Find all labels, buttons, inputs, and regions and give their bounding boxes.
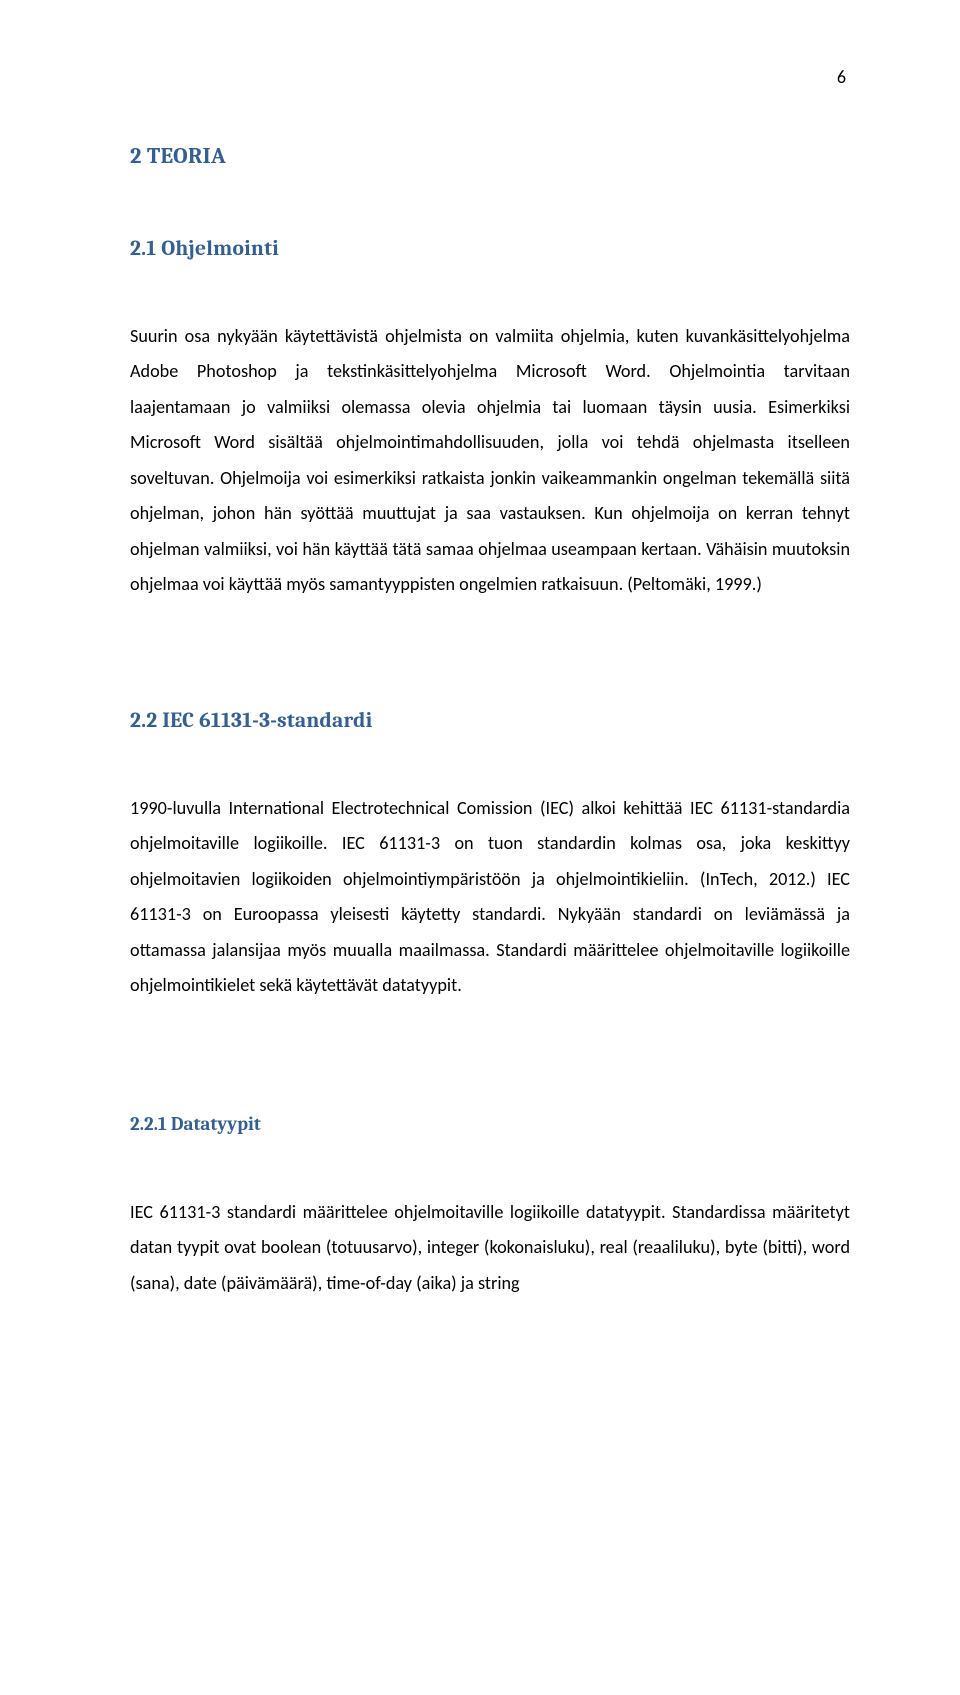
heading-2-teoria: 2 TEORIA: [130, 135, 850, 179]
heading-2.1-ohjelmointi: 2.1 Ohjelmointi: [130, 229, 850, 271]
heading-2.2.1-datatyypit: 2.2.1 Datatyypit: [130, 1106, 850, 1143]
page-number: 6: [130, 60, 850, 95]
document-page: 6 2 TEORIA 2.1 Ohjelmointi Suurin osa ny…: [0, 0, 960, 1368]
paragraph-datatyypit: IEC 61131-3 standardi määrittelee ohjelm…: [130, 1195, 850, 1301]
heading-2.2-iec-standardi: 2.2 IEC 61131-3-standardi: [130, 701, 850, 743]
paragraph-ohjelmointi: Suurin osa nykyään käytettävistä ohjelmi…: [130, 319, 850, 603]
paragraph-iec-standardi: 1990-luvulla International Electrotechni…: [130, 791, 850, 1004]
